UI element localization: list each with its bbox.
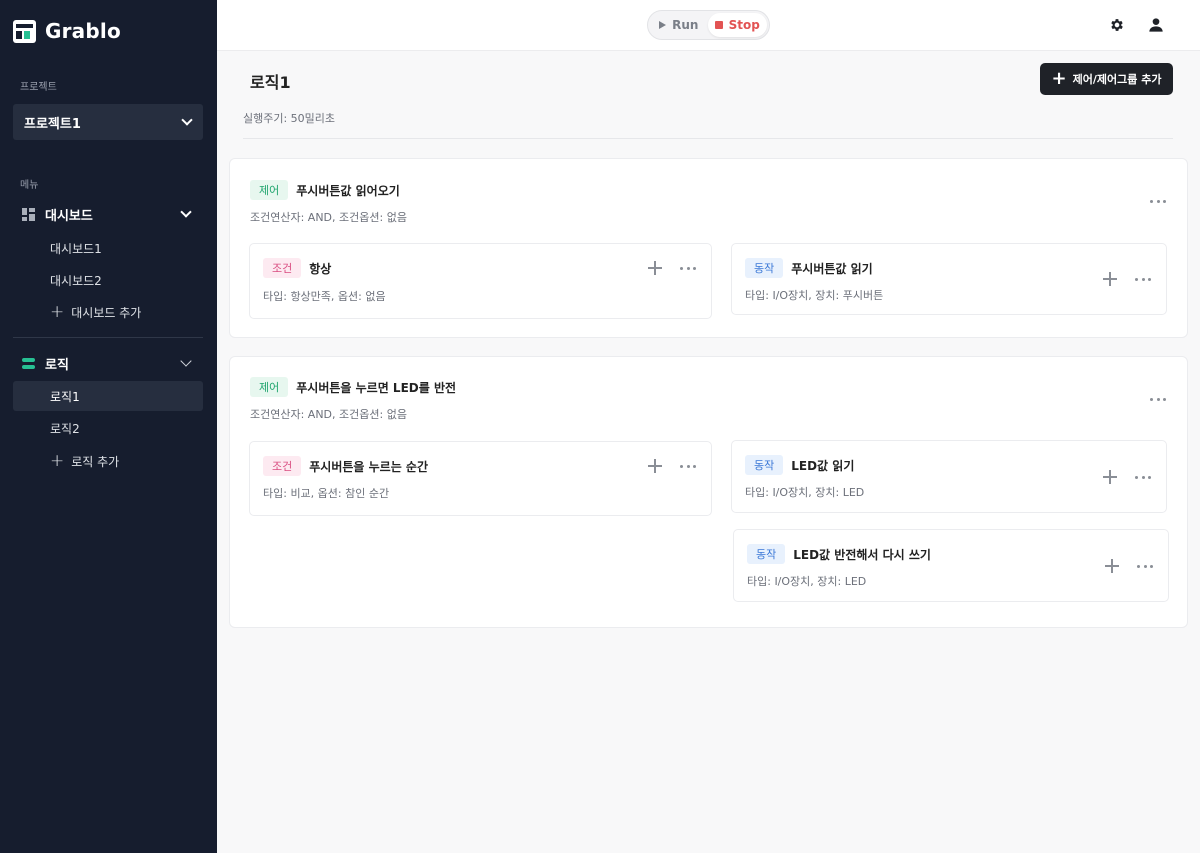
add-icon[interactable] xyxy=(1102,469,1118,485)
logic-icon xyxy=(22,357,35,369)
add-logic-button[interactable]: + 로직 추가 xyxy=(13,446,203,476)
run-label: Run xyxy=(672,18,699,32)
action-card[interactable]: 동작 LED값 반전해서 다시 쓰기 타입: I/O장치, 장치: LED xyxy=(733,529,1169,602)
action-subtitle: 타입: I/O장치, 장치: LED xyxy=(747,575,867,588)
action-subtitle: 타입: I/O장치, 장치: LED xyxy=(745,486,865,499)
action-tag: 동작 xyxy=(745,455,784,475)
chevron-down-icon xyxy=(181,114,193,126)
sidebar-item-logic2[interactable]: 로직2 xyxy=(13,413,203,443)
sidebar-item-label: 대시보드 xyxy=(45,208,93,224)
run-button[interactable]: Run xyxy=(650,13,708,37)
condition-title: 항상 xyxy=(309,261,332,276)
stop-label: Stop xyxy=(728,18,760,32)
gear-icon[interactable] xyxy=(1106,14,1128,36)
dashboard-icon xyxy=(22,207,35,221)
page-title: 로직1 xyxy=(250,73,291,92)
action-title: 푸시버튼값 읽기 xyxy=(791,261,873,276)
add-logic-label: 로직 추가 xyxy=(71,454,120,469)
action-tag: 동작 xyxy=(747,544,786,564)
condition-card[interactable]: 조건 푸시버튼을 누르는 순간 타입: 비교, 옵션: 참인 순간 xyxy=(249,441,712,516)
sidebar-item-dashboard2[interactable]: 대시보드2 xyxy=(13,265,203,295)
plus-icon: + xyxy=(50,450,65,471)
condition-tag: 조건 xyxy=(263,456,302,476)
sidebar-item-dashboard1[interactable]: 대시보드1 xyxy=(13,233,203,263)
add-icon[interactable] xyxy=(647,260,663,276)
play-icon xyxy=(659,21,667,29)
chevron-down-icon xyxy=(180,355,192,367)
project-section-label: 프로젝트 xyxy=(20,82,57,93)
more-icon[interactable] xyxy=(678,261,698,275)
add-control-group-label: 제어/제어그룹 추가 xyxy=(1072,73,1162,86)
add-icon[interactable] xyxy=(1104,558,1120,574)
sidebar-item-logic[interactable]: 로직 xyxy=(13,348,203,378)
sidebar-item-label: 로직 xyxy=(45,357,69,373)
project-select-value: 프로젝트1 xyxy=(24,116,81,132)
header-divider xyxy=(243,138,1173,139)
more-icon[interactable] xyxy=(1148,392,1168,406)
run-stop-toggle: Run Stop xyxy=(647,10,770,40)
control-tag: 제어 xyxy=(250,377,289,397)
condition-tag: 조건 xyxy=(263,258,302,278)
brand-name: Grablo xyxy=(45,19,121,43)
action-card[interactable]: 동작 LED값 읽기 타입: I/O장치, 장치: LED xyxy=(731,440,1167,513)
menu-section-label: 메뉴 xyxy=(20,180,39,191)
action-subtitle: 타입: I/O장치, 장치: 푸시버튼 xyxy=(745,289,884,302)
add-control-group-button[interactable]: + 제어/제어그룹 추가 xyxy=(1040,63,1173,95)
action-title: LED값 반전해서 다시 쓰기 xyxy=(793,547,931,562)
stop-icon xyxy=(714,21,723,29)
more-icon[interactable] xyxy=(1133,272,1153,286)
control-tag: 제어 xyxy=(250,180,289,200)
grablo-logo-icon xyxy=(13,19,36,43)
sidebar-divider xyxy=(13,337,203,338)
more-icon[interactable] xyxy=(1133,470,1153,484)
plus-icon: + xyxy=(1051,68,1067,89)
action-tag: 동작 xyxy=(745,258,784,278)
more-icon[interactable] xyxy=(1135,559,1155,573)
condition-card[interactable]: 조건 항상 타입: 항상만족, 옵션: 없음 xyxy=(249,243,712,319)
project-select[interactable]: 프로젝트1 xyxy=(13,104,203,140)
stop-button[interactable]: Stop xyxy=(707,13,767,37)
more-icon[interactable] xyxy=(1148,194,1168,208)
add-dashboard-label: 대시보드 추가 xyxy=(71,305,142,320)
control-group: 제어 푸시버튼값 읽어오기 조건연산자: AND, 조건옵션: 없음 조건 항상… xyxy=(229,158,1188,338)
condition-subtitle: 타입: 항상만족, 옵션: 없음 xyxy=(263,290,386,303)
chevron-down-icon xyxy=(180,206,192,218)
sidebar: Grablo 프로젝트 프로젝트1 메뉴 대시보드 대시보드1 대시보드2 + … xyxy=(0,0,217,853)
sidebar-item-dashboard[interactable]: 대시보드 xyxy=(13,199,203,229)
user-icon[interactable] xyxy=(1145,14,1167,36)
sidebar-item-logic1[interactable]: 로직1 xyxy=(13,381,203,411)
condition-title: 푸시버튼을 누르는 순간 xyxy=(309,459,429,474)
control-title: 푸시버튼값 읽어오기 xyxy=(296,183,400,198)
execution-cycle: 실행주기: 50밀리초 xyxy=(243,112,336,125)
brand[interactable]: Grablo xyxy=(13,18,121,44)
add-dashboard-button[interactable]: + 대시보드 추가 xyxy=(13,297,203,327)
condition-subtitle: 타입: 비교, 옵션: 참인 순간 xyxy=(263,487,390,500)
add-icon[interactable] xyxy=(1102,271,1118,287)
action-title: LED값 읽기 xyxy=(791,458,855,473)
control-subtitle: 조건연산자: AND, 조건옵션: 없음 xyxy=(250,408,407,421)
more-icon[interactable] xyxy=(678,459,698,473)
topbar: Run Stop xyxy=(217,0,1200,51)
action-card[interactable]: 동작 푸시버튼값 읽기 타입: I/O장치, 장치: 푸시버튼 xyxy=(731,243,1167,315)
add-icon[interactable] xyxy=(647,458,663,474)
control-group: 제어 푸시버튼을 누르면 LED를 반전 조건연산자: AND, 조건옵션: 없… xyxy=(229,356,1188,628)
control-title: 푸시버튼을 누르면 LED를 반전 xyxy=(296,380,457,395)
plus-icon: + xyxy=(50,301,65,322)
control-subtitle: 조건연산자: AND, 조건옵션: 없음 xyxy=(250,211,407,224)
